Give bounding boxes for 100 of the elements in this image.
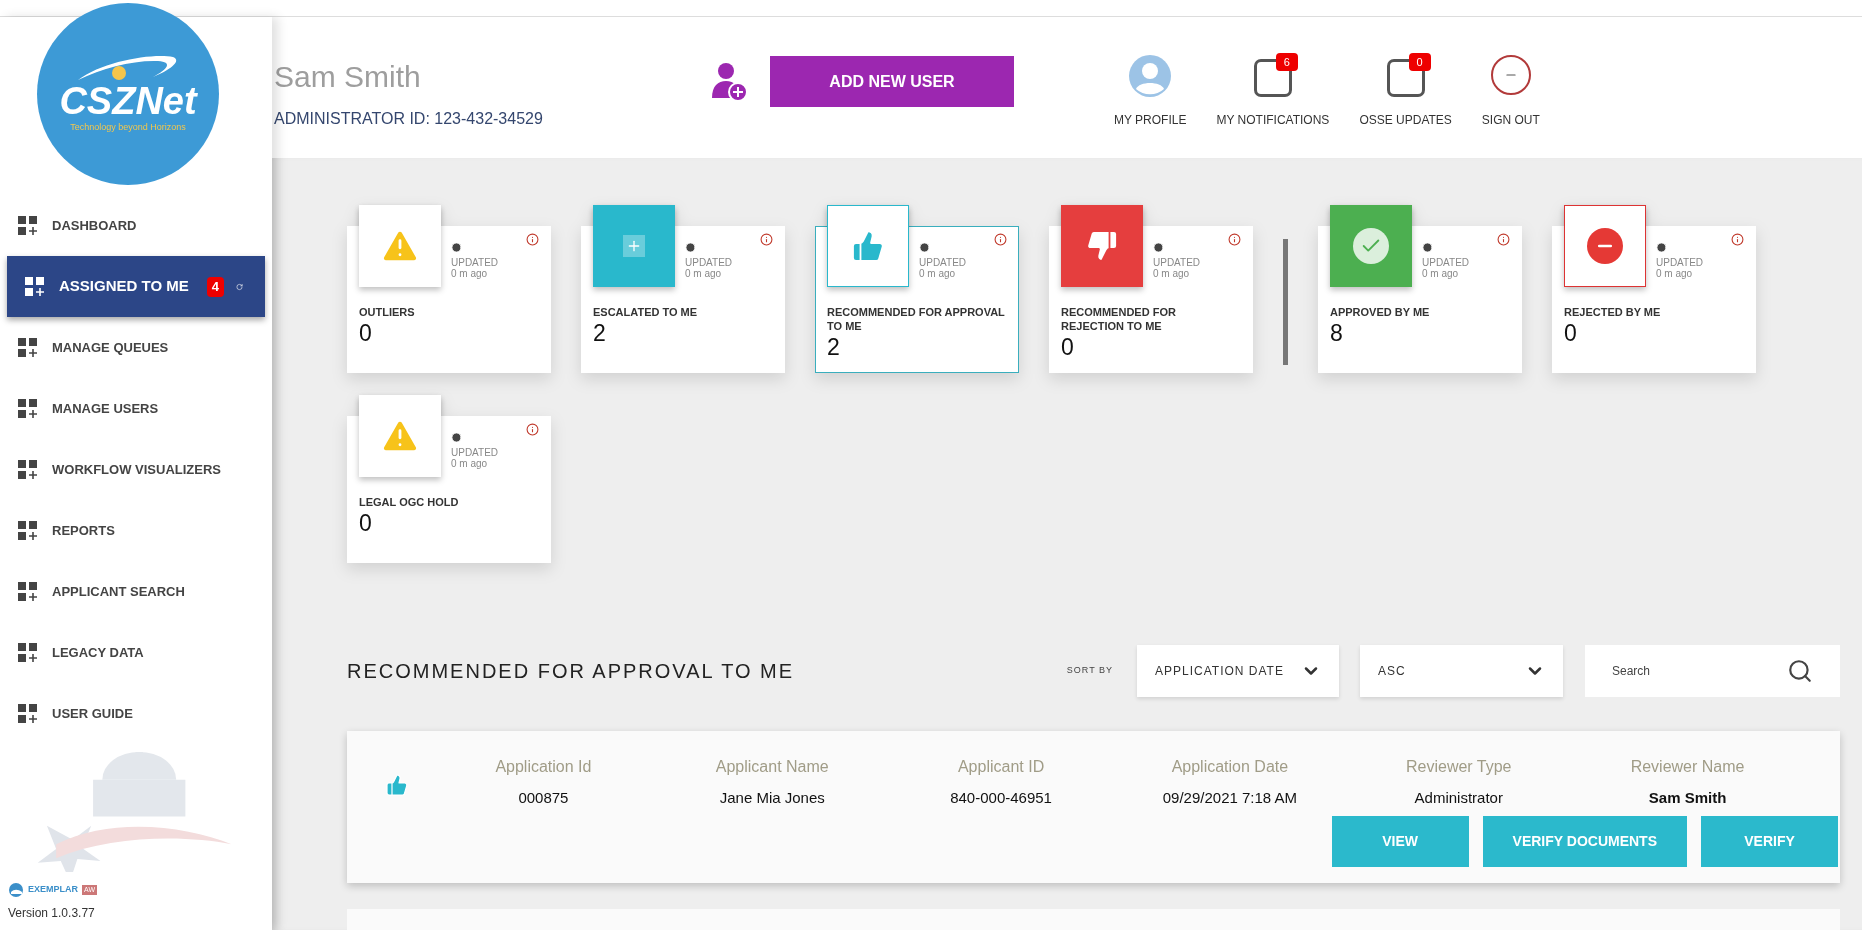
card-label: LEGAL OGC HOLD bbox=[359, 495, 460, 509]
user-name: Sam Smith bbox=[274, 59, 422, 95]
field-value: 840-000-46951 bbox=[950, 788, 1052, 808]
grid-icon bbox=[18, 459, 40, 480]
column-header: Applicant Name bbox=[715, 757, 829, 777]
updated-time: 0 m ago bbox=[1656, 268, 1694, 279]
card-value: 0 bbox=[1564, 319, 1578, 347]
info-icon[interactable] bbox=[994, 233, 1007, 246]
stat-card[interactable]: UPDATED 0 m ago APPROVED BY ME 8 bbox=[1318, 205, 1522, 373]
grid-icon bbox=[18, 337, 40, 358]
card-label: OUTLIERS bbox=[359, 305, 416, 319]
sidebar-item[interactable]: ASSIGNED TO ME 4 bbox=[7, 256, 265, 317]
add-user-button[interactable]: ADD NEW USER bbox=[770, 56, 1014, 107]
updated-label: UPDATED bbox=[451, 447, 499, 458]
field-value: Sam Smith bbox=[1648, 788, 1727, 808]
sidebar-item[interactable]: WORKFLOW VISUALIZERS bbox=[0, 439, 272, 500]
check-icon bbox=[1353, 228, 1389, 264]
grid-icon bbox=[18, 520, 40, 541]
field-value: 09/29/2021 7:18 AM bbox=[1162, 788, 1298, 808]
card-label: REJECTED BY ME bbox=[1564, 305, 1662, 319]
stat-card[interactable]: UPDATED 0 m ago ESCALATED TO ME 2 bbox=[581, 205, 785, 373]
updated-time: 0 m ago bbox=[685, 268, 723, 279]
updated-time: 0 m ago bbox=[451, 268, 489, 279]
grid-icon bbox=[18, 398, 40, 419]
sidebar-item[interactable]: REPORTS bbox=[0, 500, 272, 561]
search-input[interactable]: Search bbox=[1612, 662, 1787, 680]
column-header: Application Date bbox=[1171, 757, 1289, 777]
info-icon[interactable] bbox=[526, 423, 539, 436]
updated-time: 0 m ago bbox=[1153, 268, 1191, 279]
field-value: 000875 bbox=[518, 788, 569, 808]
column-header: Applicant ID bbox=[957, 757, 1045, 777]
card-label: ESCALATED TO ME bbox=[593, 305, 699, 319]
card-label: APPROVED BY ME bbox=[1330, 305, 1431, 319]
updated-time: 0 m ago bbox=[919, 268, 957, 279]
search-icon[interactable] bbox=[1787, 658, 1813, 684]
updated-time: 0 m ago bbox=[1422, 268, 1460, 279]
count-badge: 4 bbox=[206, 276, 224, 297]
column-header: Reviewer Name bbox=[1630, 757, 1745, 777]
grid-icon bbox=[18, 581, 40, 602]
card-label: RECOMMENDED FOR REJECTION TO ME bbox=[1061, 305, 1177, 333]
add-user-icon bbox=[712, 61, 748, 102]
sort-label: SORT BY bbox=[1066, 664, 1113, 678]
info-icon[interactable] bbox=[1228, 233, 1241, 246]
sidebar-item[interactable]: APPLICANT SEARCH bbox=[0, 561, 272, 622]
info-icon[interactable] bbox=[760, 233, 773, 246]
header-action[interactable]: 0 OSSE UPDATES bbox=[1359, 55, 1452, 129]
search-field[interactable]: Search bbox=[1585, 645, 1840, 697]
sidebar-item[interactable]: DASHBOARD bbox=[0, 195, 272, 256]
count-badge: 0 bbox=[1408, 53, 1431, 71]
avatar-icon bbox=[1129, 55, 1172, 97]
grid-icon bbox=[25, 276, 47, 297]
updated-label: UPDATED bbox=[451, 257, 499, 268]
updated-time: 0 m ago bbox=[451, 458, 489, 469]
sort-field-dropdown[interactable]: APPLICATION DATE bbox=[1137, 645, 1339, 697]
updated-label: UPDATED bbox=[1656, 257, 1704, 268]
stat-card[interactable]: UPDATED 0 m ago REJECTED BY ME 0 bbox=[1552, 205, 1756, 373]
plus-icon bbox=[623, 235, 645, 257]
card-value: 2 bbox=[593, 319, 607, 347]
field-value: Administrator bbox=[1414, 788, 1503, 808]
card-value: 0 bbox=[1061, 333, 1075, 361]
logo-text: CSZNet bbox=[59, 81, 197, 122]
updated-label: UPDATED bbox=[1422, 257, 1470, 268]
brand-icon bbox=[8, 882, 24, 898]
sidebar-item[interactable]: MANAGE QUEUES bbox=[0, 317, 272, 378]
column-header: Application Id bbox=[495, 757, 592, 777]
grid-icon bbox=[18, 642, 40, 663]
version-text: Version 1.0.3.77 bbox=[8, 905, 96, 922]
column-header: Reviewer Type bbox=[1405, 757, 1512, 777]
info-icon[interactable] bbox=[526, 233, 539, 246]
sign-out-icon bbox=[1490, 55, 1531, 95]
stat-card[interactable]: UPDATED 0 m ago RECOMMENDED FOR APPROVAL TO ME 2 bbox=[815, 205, 1019, 373]
brand-name: EXEMPLAR bbox=[28, 883, 78, 897]
info-icon[interactable] bbox=[1731, 233, 1744, 246]
minus-icon bbox=[1587, 228, 1623, 264]
card-value: 2 bbox=[827, 333, 841, 361]
grid-icon bbox=[18, 215, 40, 236]
section-title: RECOMMENDED FOR APPROVAL TO ME bbox=[347, 659, 795, 684]
card-value: 0 bbox=[359, 319, 373, 347]
sidebar-item[interactable]: USER GUIDE bbox=[0, 683, 272, 744]
stat-card[interactable]: UPDATED 0 m ago RECOMMENDED FOR REJECTION TO ME 0 bbox=[1049, 205, 1253, 373]
admin-id: ADMINISTRATOR ID: 123-432-34529 bbox=[274, 109, 544, 129]
thumbs-up-icon bbox=[385, 773, 409, 797]
sort-order-dropdown[interactable]: ASC bbox=[1360, 645, 1563, 697]
header-action[interactable]: SIGN OUT bbox=[1481, 55, 1540, 129]
sidebar-item[interactable]: MANAGE USERS bbox=[0, 378, 272, 439]
updated-label: UPDATED bbox=[685, 257, 733, 268]
card-value: 0 bbox=[359, 509, 373, 537]
sidebar-item[interactable]: LEGACY DATA bbox=[0, 622, 272, 683]
stat-card[interactable]: UPDATED 0 m ago OUTLIERS 0 bbox=[347, 205, 551, 373]
info-icon[interactable] bbox=[1497, 233, 1510, 246]
header-action[interactable]: MY PROFILE bbox=[1114, 55, 1187, 129]
grid-icon bbox=[18, 703, 40, 724]
updated-label: UPDATED bbox=[919, 257, 967, 268]
card-label: RECOMMENDED FOR APPROVAL TO ME bbox=[827, 305, 1006, 333]
logo-tagline: Technology beyond Horizons bbox=[70, 121, 186, 135]
field-value: Jane Mia Jones bbox=[719, 788, 825, 808]
count-badge: 6 bbox=[1275, 53, 1298, 71]
updated-label: UPDATED bbox=[1153, 257, 1201, 268]
header-action[interactable]: 6 MY NOTIFICATIONS bbox=[1216, 55, 1330, 129]
stat-card[interactable]: UPDATED 0 m ago LEGAL OGC HOLD 0 bbox=[347, 395, 551, 563]
